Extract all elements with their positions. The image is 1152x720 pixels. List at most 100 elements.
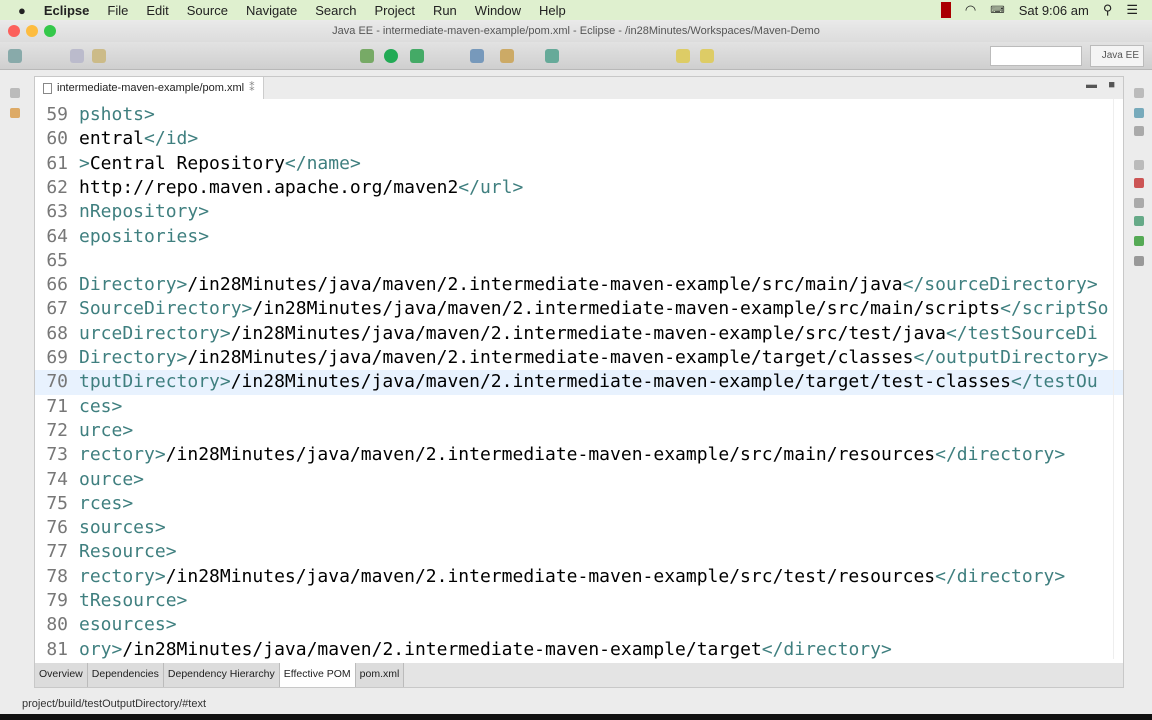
project-explorer-icon[interactable]: [10, 108, 20, 118]
xml-tag: </id>: [144, 128, 199, 150]
line-number: 75: [46, 492, 68, 514]
xml-tag: esources>: [79, 614, 177, 636]
apple-icon[interactable]: ●: [18, 3, 26, 18]
tab-overview[interactable]: Overview: [35, 663, 88, 687]
status-indicator-icon[interactable]: [940, 2, 951, 18]
quick-access-input[interactable]: [990, 46, 1082, 66]
code-line[interactable]: 72 urce>: [35, 419, 1123, 443]
code-line[interactable]: 76 sources>: [35, 516, 1123, 540]
notification-center-icon[interactable]: ☰: [1126, 2, 1138, 18]
search-icon[interactable]: [545, 49, 559, 63]
code-line[interactable]: 63 nRepository>: [35, 200, 1123, 224]
code-line[interactable]: 62 http://repo.maven.apache.org/maven2</u…: [35, 176, 1123, 200]
minimize-icon[interactable]: ▬: [1086, 79, 1097, 91]
code-line[interactable]: 80 esources>: [35, 613, 1123, 637]
xml-text: entral: [79, 128, 145, 150]
vertical-scrollbar[interactable]: [1113, 99, 1123, 659]
menu-app[interactable]: Eclipse: [44, 3, 90, 18]
menu-window[interactable]: Window: [475, 3, 521, 18]
menu-file[interactable]: File: [107, 3, 128, 18]
xml-tag: </directory>: [935, 565, 1066, 587]
code-line[interactable]: 59 pshots>: [35, 103, 1123, 127]
xml-text: /in28Minutes/java/maven/2.intermediate-m…: [165, 444, 936, 466]
code-line[interactable]: 74 ource>: [35, 468, 1123, 492]
maximize-window-button[interactable]: [44, 25, 56, 37]
debug-icon[interactable]: [360, 49, 374, 63]
restore-icon[interactable]: [1134, 88, 1144, 98]
server-icon[interactable]: [92, 49, 106, 63]
close-window-button[interactable]: [8, 25, 20, 37]
line-number: 68: [46, 322, 68, 344]
code-line[interactable]: 75 rces>: [35, 492, 1123, 516]
new-class-icon[interactable]: [470, 49, 484, 63]
xml-tag: rectory>: [79, 444, 166, 466]
xml-text: /in28Minutes/java/maven/2.intermediate-m…: [122, 638, 762, 660]
xml-tag: rces>: [79, 492, 134, 514]
back-icon[interactable]: [676, 49, 690, 63]
code-line[interactable]: 66 Directory>/in28Minutes/java/maven/2.in…: [35, 273, 1123, 297]
run-icon[interactable]: [384, 49, 398, 63]
code-area[interactable]: 59 pshots> 60 entral</id> 61 >Central Reposit…: [35, 103, 1123, 663]
markers-icon[interactable]: [1134, 178, 1144, 188]
menu-project[interactable]: Project: [374, 3, 414, 18]
code-line[interactable]: 79 tResource>: [35, 589, 1123, 613]
menu-navigate[interactable]: Navigate: [246, 3, 297, 18]
servers-icon[interactable]: [1134, 216, 1144, 226]
line-number: 59: [46, 104, 68, 125]
code-line[interactable]: 65: [35, 249, 1123, 273]
spotlight-icon[interactable]: ⚲: [1103, 2, 1113, 18]
code-line[interactable]: 68 urceDirectory>/in28Minutes/java/maven/…: [35, 322, 1123, 346]
tab-dependency-hierarchy[interactable]: Dependency Hierarchy: [163, 663, 280, 687]
xml-tag: ory>: [79, 638, 123, 660]
code-line[interactable]: 70 tputDirectory>/in28Minutes/java/maven/…: [35, 370, 1123, 395]
tab-dependencies[interactable]: Dependencies: [87, 663, 164, 687]
menu-search[interactable]: Search: [315, 3, 356, 18]
tab-pom-xml[interactable]: pom.xml: [355, 663, 405, 687]
restore-icon[interactable]: [1134, 160, 1144, 170]
properties-icon[interactable]: [1134, 198, 1144, 208]
xml-tag: Directory>: [79, 274, 188, 296]
code-line[interactable]: 77 Resource>: [35, 540, 1123, 564]
clock[interactable]: Sat 9:06 am: [1019, 3, 1089, 18]
window-title: Java EE - intermediate-maven-example/pom…: [332, 25, 820, 37]
minimize-window-button[interactable]: [26, 25, 38, 37]
wifi-icon[interactable]: ◠: [965, 2, 976, 18]
code-line[interactable]: 73 rectory>/in28Minutes/java/maven/2.inte…: [35, 443, 1123, 467]
open-type-icon[interactable]: [500, 49, 514, 63]
print-icon[interactable]: [70, 49, 84, 63]
editor-page-tabs: Overview Dependencies Dependency Hierarc…: [35, 663, 1123, 687]
code-line[interactable]: 61 >Central Repository</name>: [35, 152, 1123, 176]
xml-tag: nRepository>: [79, 201, 210, 223]
editor-tab-pom[interactable]: intermediate-maven-example/pom.xml ⁑: [35, 77, 264, 99]
restore-icon[interactable]: [10, 88, 20, 98]
menu-help[interactable]: Help: [539, 3, 566, 18]
forward-icon[interactable]: [700, 49, 714, 63]
line-number: 72: [46, 419, 68, 441]
line-number: 60: [46, 128, 68, 150]
menu-bar: ● Eclipse File Edit Source Navigate Sear…: [0, 0, 1152, 20]
xml-tag: tputDirectory>: [79, 371, 231, 393]
dirty-marker-icon: ⁑: [249, 82, 255, 94]
code-line[interactable]: 78 rectory>/in28Minutes/java/maven/2.inte…: [35, 565, 1123, 589]
keyboard-icon[interactable]: ⌨: [990, 5, 1004, 16]
menu-run[interactable]: Run: [433, 3, 457, 18]
snippets-icon[interactable]: [1134, 256, 1144, 266]
java-ee-perspective-button[interactable]: Java EE: [1090, 45, 1144, 67]
menu-source[interactable]: Source: [187, 3, 228, 18]
outline-icon[interactable]: [1134, 108, 1144, 118]
code-line[interactable]: 67 SourceDirectory>/in28Minutes/java/mave…: [35, 297, 1123, 321]
code-line[interactable]: 69 Directory>/in28Minutes/java/maven/2.in…: [35, 346, 1123, 370]
tab-effective-pom[interactable]: Effective POM: [279, 663, 356, 687]
external-tools-icon[interactable]: [410, 49, 424, 63]
code-line[interactable]: 64 epositories>: [35, 225, 1123, 249]
maximize-icon[interactable]: ■: [1108, 79, 1115, 91]
code-line[interactable]: 81 ory>/in28Minutes/java/maven/2.intermed…: [35, 638, 1123, 662]
status-path: project/build/testOutputDirectory/#text: [22, 698, 207, 710]
code-line[interactable]: 71 ces>: [35, 395, 1123, 419]
editor-tab-row: intermediate-maven-example/pom.xml ⁑ ▬ ■: [35, 77, 1123, 99]
task-list-icon[interactable]: [1134, 126, 1144, 136]
menu-edit[interactable]: Edit: [146, 3, 168, 18]
new-icon[interactable]: [8, 49, 22, 63]
code-line[interactable]: 60 entral</id>: [35, 127, 1123, 151]
console-icon[interactable]: [1134, 236, 1144, 246]
